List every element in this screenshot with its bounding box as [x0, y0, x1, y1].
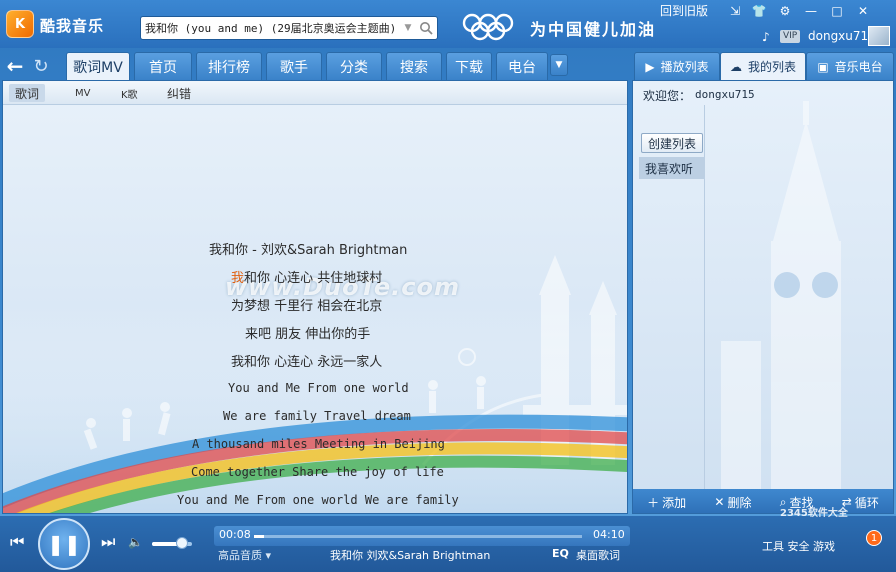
my-list-panel: 欢迎您： dongxu715 创建列表 我喜欢听 ＋添加 ✕ 删除 ⌕ 查找 ⇄ 循环 [632, 80, 894, 514]
mini-mode-icon[interactable]: ⇲ [724, 2, 746, 20]
play-icon: ▶ [645, 59, 655, 74]
tab-search[interactable]: 搜索 [386, 52, 442, 80]
olympic-rings-icon [462, 13, 514, 41]
list-column: 创建列表 我喜欢听 [637, 105, 705, 489]
cloud-icon: ☁ [729, 59, 742, 74]
current-time: 00:08 [219, 528, 251, 541]
lyric-line: 为梦想 千里行 相会在北京 [231, 299, 383, 314]
total-time: 04:10 [593, 528, 625, 541]
volume-icon[interactable]: 🔈 [128, 535, 143, 549]
eq-button[interactable]: EQ [552, 547, 569, 560]
minimize-icon[interactable]: — [800, 2, 822, 20]
delete-button[interactable]: ✕ 删除 [714, 494, 751, 511]
lyrics-text: 我和你 - 刘欢&Sarah Brightman 我和你 心连心 共住地球村为梦想… [3, 105, 627, 513]
lyric-line: 我和你 - 刘欢&Sarah Brightman [209, 243, 408, 258]
lyric-line: Come together Share the joy of life [191, 465, 444, 479]
radio-icon: ▣ [817, 59, 829, 74]
skin-icon[interactable]: 👕 [748, 2, 770, 20]
quality-label: 高品音质 [218, 549, 262, 562]
right-tab-label: 我的列表 [747, 60, 796, 74]
logo-text: K [14, 16, 26, 32]
lyric-line: You and Me From one world We are family [177, 493, 459, 507]
notification-badge: 1 [866, 530, 882, 546]
desktop-lyrics-button[interactable]: 桌面歌词 [576, 547, 620, 563]
close-icon[interactable]: ✕ [852, 2, 874, 20]
lyric-line: A thousand miles Meeting in Beijing [192, 437, 445, 451]
lyrics-subtabs: 歌词 MV K歌 纠错 [3, 81, 627, 105]
music-note-icon: ♪ [762, 30, 770, 44]
pause-icon: ❚❚ [47, 532, 81, 556]
loop-label: 循环 [854, 495, 879, 510]
vip-badge[interactable]: VIP [780, 30, 801, 43]
x-icon: ✕ [714, 495, 725, 509]
slogan: 为中国健儿加油 [530, 20, 657, 39]
tab-my-list[interactable]: ☁ 我的列表 [720, 52, 806, 80]
lyric-remaining-part: 和你 心连心 共住地球村 [244, 271, 383, 286]
lyric-line: 来吧 朋友 伸出你的手 [245, 327, 371, 342]
nav-more-chevron-icon[interactable]: ▼ [550, 54, 568, 76]
plus-icon: ＋ [647, 495, 660, 510]
app-title: 酷我音乐 [40, 17, 105, 35]
tab-home[interactable]: 首页 [134, 52, 192, 80]
lyric-line: 我和你 心连心 共住地球村 [231, 267, 382, 286]
tab-lyrics-mv[interactable]: 歌词MV [66, 52, 130, 80]
tab-radio[interactable]: 电台 [496, 52, 548, 80]
username[interactable]: dongxu715 [808, 29, 876, 43]
add-button[interactable]: ＋添加 [647, 494, 686, 511]
volume-handle[interactable] [176, 537, 188, 549]
subtab-mv[interactable]: MV [69, 84, 96, 102]
pause-button[interactable]: ❚❚ [38, 518, 90, 570]
list-toolbar: ＋添加 ✕ 删除 ⌕ 查找 ⇄ 循环 [633, 489, 893, 513]
tab-play-list[interactable]: ▶ 播放列表 [634, 52, 720, 80]
add-label: 添加 [662, 495, 687, 510]
quality-select[interactable]: 高品音质 ▾ [218, 547, 271, 563]
welcome-label: 欢迎您： [643, 89, 692, 103]
lyric-sung-part: 我 [231, 271, 245, 286]
tab-charts[interactable]: 排行榜 [196, 52, 262, 80]
chevron-down-icon: ▾ [265, 549, 272, 562]
search-input[interactable]: 我和你 (you and me) (29届北京奥运会主题曲) ▼ [140, 16, 438, 40]
maximize-icon[interactable]: □ [826, 2, 848, 20]
lyrics-panel: 歌词 MV K歌 纠错 www.DuoTe.com 我和你 - 刘欢&Sarah… [2, 80, 628, 514]
subtab-lyrics[interactable]: 歌词 [9, 84, 46, 102]
favorite-list-item[interactable]: 我喜欢听 [639, 157, 705, 179]
site-watermark: 2345软件大全 [780, 508, 848, 519]
now-playing-title: 我和你 刘欢&Sarah Brightman [330, 549, 491, 562]
tab-download[interactable]: 下载 [446, 52, 492, 80]
progress-fill [254, 535, 264, 538]
toolbox-links[interactable]: 工具 安全 游戏 [762, 538, 835, 554]
avatar[interactable] [868, 26, 890, 46]
delete-label: 删除 [727, 495, 752, 510]
next-track-icon[interactable]: ⏭ [101, 532, 115, 552]
search-input-value[interactable]: 我和你 (you and me) (29届北京奥运会主题曲) [141, 20, 401, 36]
lyric-line: 我和你 心连心 永远一家人 [231, 355, 383, 370]
back-arrow-icon[interactable]: ← [4, 54, 26, 78]
search-icon[interactable] [415, 17, 437, 39]
create-list-button[interactable]: 创建列表 [641, 133, 703, 153]
tab-categories[interactable]: 分类 [326, 52, 382, 80]
previous-track-icon[interactable]: ⏮ [10, 532, 24, 552]
old-version-link[interactable]: 回到旧版 [660, 2, 708, 19]
right-tab-label: 播放列表 [660, 60, 709, 74]
subtab-correction[interactable]: 纠错 [161, 84, 197, 102]
tab-singers[interactable]: 歌手 [266, 52, 322, 80]
kuwo-logo-icon: K [6, 10, 34, 38]
tab-music-radio[interactable]: ▣ 音乐电台 [806, 52, 894, 80]
search-dropdown-icon[interactable]: ▼ [401, 23, 415, 33]
lyric-line: We are family Travel dream [223, 409, 411, 423]
welcome-username: dongxu715 [695, 88, 755, 101]
settings-icon[interactable]: ⚙ [774, 2, 796, 20]
subtab-karaoke[interactable]: K歌 [115, 84, 144, 102]
lyric-line: You and Me From one world [228, 381, 409, 395]
right-tab-label: 音乐电台 [834, 60, 883, 74]
refresh-icon[interactable]: ↻ [30, 54, 52, 78]
progress-bar[interactable] [254, 535, 582, 538]
